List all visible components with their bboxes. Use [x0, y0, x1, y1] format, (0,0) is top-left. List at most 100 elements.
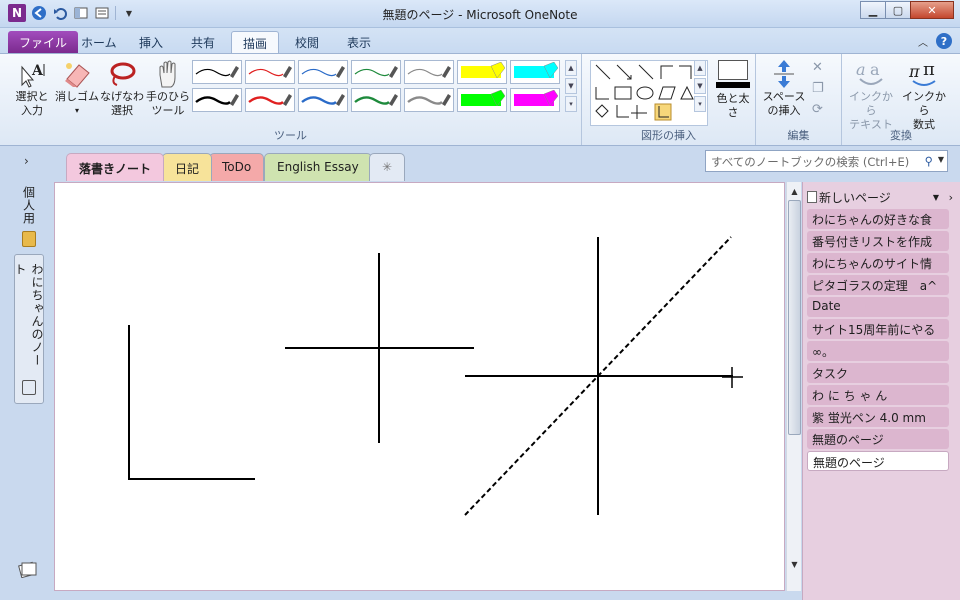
pen-swatch[interactable] [192, 60, 242, 84]
minimize-button[interactable]: ▁ [860, 1, 886, 19]
color-swatch-icon [718, 60, 748, 80]
ribbon-draw: A 選択と 入力 消しゴム ▾ なげなわ 選択 手のひら ツール ▲ ▼ ▾ ツ… [0, 53, 960, 146]
pen-swatch[interactable] [245, 88, 295, 112]
section-tab-rakugaki[interactable]: 落書きノート [66, 153, 165, 181]
section-tab-diary[interactable]: 日記 [162, 153, 213, 181]
pen-swatch[interactable] [245, 60, 295, 84]
page-tab[interactable]: 無題のページ [807, 429, 949, 449]
tab-review[interactable]: 校閲 [284, 31, 330, 53]
arrange-icon[interactable]: ❐ [812, 81, 824, 96]
notebook-personal[interactable]: 個人用 [14, 186, 44, 247]
ink-drawing [128, 236, 743, 516]
tab-file[interactable]: ファイル [8, 31, 79, 53]
page-tab[interactable]: 無題のページ [807, 451, 949, 471]
collapse-ribbon-icon[interactable]: ︿ [918, 34, 928, 49]
unfiled-notes-icon[interactable] [18, 560, 38, 581]
crosshair-cursor-icon [722, 367, 743, 388]
expand-notebook-pane-icon[interactable]: › [24, 154, 29, 168]
page-list: わにちゃんの好きな食 番号付きリストを作成 わにちゃんのサイト情 ピタゴラスの定理 a… [807, 209, 949, 473]
section-tab-todo[interactable]: ToDo [209, 153, 265, 181]
pen-swatch[interactable] [192, 88, 242, 112]
section-tab-english-essay[interactable]: English Essay [264, 153, 372, 181]
tab-draw[interactable]: 描画 [231, 31, 280, 53]
shapes-down-icon[interactable]: ▼ [694, 78, 706, 94]
pen-swatch[interactable] [298, 88, 348, 112]
tab-view[interactable]: 表示 [336, 31, 382, 53]
page-tab[interactable]: わにちゃんの好きな食 [807, 209, 949, 229]
gallery-up-icon[interactable]: ▲ [565, 60, 577, 76]
pen-swatch[interactable] [510, 88, 560, 112]
scroll-down-icon[interactable]: ▼ [788, 557, 801, 571]
eraser-dropdown-icon[interactable]: ▾ [55, 104, 99, 118]
page-tab[interactable]: わ に ち ゃ ん [807, 385, 949, 405]
thickness-bar-icon [716, 82, 750, 88]
page-tab[interactable]: タスク [807, 363, 949, 383]
page-tab[interactable]: ピタゴラスの定理 a^ [807, 275, 949, 295]
eraser-label: 消しゴム [55, 90, 99, 103]
select-label-line1: 選択と [15, 90, 49, 103]
tab-insert[interactable]: 挿入 [128, 31, 174, 53]
pen-gallery [192, 60, 560, 112]
new-section-tab[interactable]: ✳ [369, 153, 406, 181]
page-tab[interactable]: 番号付きリストを作成 [807, 231, 949, 251]
pen-icon [195, 66, 239, 78]
pen-swatch[interactable] [298, 60, 348, 84]
scroll-up-icon[interactable]: ▲ [788, 184, 801, 198]
svg-text:a: a [870, 60, 880, 79]
pen-swatch[interactable] [457, 88, 507, 112]
search-icon[interactable]: ⚲ [925, 154, 933, 168]
line-shape-icon [595, 64, 611, 80]
gallery-more-icon[interactable]: ▾ [565, 96, 577, 112]
new-page-dropdown-icon[interactable]: ▼ [933, 193, 939, 202]
rotate-icon[interactable]: ⟳ [812, 102, 824, 117]
panning-hand-button[interactable]: 手のひら ツール [146, 58, 190, 118]
eraser-button[interactable]: 消しゴム ▾ [55, 58, 99, 118]
pan-label-line2: ツール [151, 104, 185, 117]
ink-text-label-line1: インクから [849, 90, 893, 117]
pen-swatch[interactable] [457, 60, 507, 84]
page-tab[interactable]: 紫 蛍光ペン 4.0 mm [807, 407, 949, 427]
insert-space-icon [762, 58, 806, 90]
edit-group-label: 編集 [787, 129, 810, 142]
page-tab[interactable]: ∞。 [807, 341, 949, 361]
ink-to-text-button[interactable]: aa インクから テキスト [846, 58, 896, 132]
search-scope-dropdown-icon[interactable]: ▼ [938, 155, 944, 164]
pen-swatch[interactable] [351, 60, 401, 84]
gallery-down-icon[interactable]: ▼ [565, 78, 577, 94]
page-tab[interactable]: わにちゃんのサイト情 [807, 253, 949, 273]
ribbon-right-controls: ︿ ? [918, 33, 952, 49]
search-input[interactable]: すべてのノートブックの検索 (Ctrl+E) ⚲ ▼ [705, 150, 948, 172]
ink-to-math-button[interactable]: ππ インクから 数式 [898, 58, 950, 132]
help-icon[interactable]: ? [936, 33, 952, 49]
pen-swatch[interactable] [404, 60, 454, 84]
shapes-gallery[interactable] [590, 60, 708, 126]
color-and-thickness-button[interactable]: 色と太さ [714, 60, 752, 120]
notebook-wani[interactable]: わにちゃんのノート [13, 254, 44, 404]
close-button[interactable]: ✕ [910, 1, 954, 19]
tab-share[interactable]: 共有 [180, 31, 226, 53]
new-page-button[interactable]: 新しいページ ▼ › [807, 186, 957, 208]
pen-swatch[interactable] [351, 88, 401, 112]
pen-icon [407, 66, 451, 78]
canvas-vertical-scrollbar[interactable]: ▲ ▼ [786, 182, 801, 591]
lasso-select-button[interactable]: なげなわ 選択 [100, 58, 144, 118]
notebook-personal-label: 個人用 [21, 186, 36, 225]
page-tab[interactable]: Date [807, 297, 949, 317]
pen-icon [195, 94, 239, 106]
pen-swatch[interactable] [510, 60, 560, 84]
collapse-page-tabs-icon[interactable]: › [949, 191, 953, 204]
shapes-gallery-scroll: ▲ ▼ ▾ [694, 60, 706, 112]
note-canvas[interactable] [54, 182, 785, 591]
select-and-type-button[interactable]: A 選択と 入力 [12, 58, 52, 118]
scroll-thumb[interactable] [788, 200, 801, 435]
tab-home[interactable]: ホーム [70, 31, 128, 53]
page-tab[interactable]: サイト15周年前にやる [807, 319, 949, 339]
insert-space-button[interactable]: スペース の挿入 [762, 58, 806, 118]
highlighter-icon [514, 62, 558, 79]
maximize-button[interactable]: ▢ [885, 1, 911, 19]
shapes-more-icon[interactable]: ▾ [694, 96, 706, 112]
pen-swatch[interactable] [404, 88, 454, 112]
ribbon-tab-row: ファイル ホーム 挿入 共有 描画 校閲 表示 ︿ ? [0, 28, 960, 53]
shapes-up-icon[interactable]: ▲ [694, 60, 706, 76]
delete-icon[interactable]: ✕ [812, 60, 824, 75]
